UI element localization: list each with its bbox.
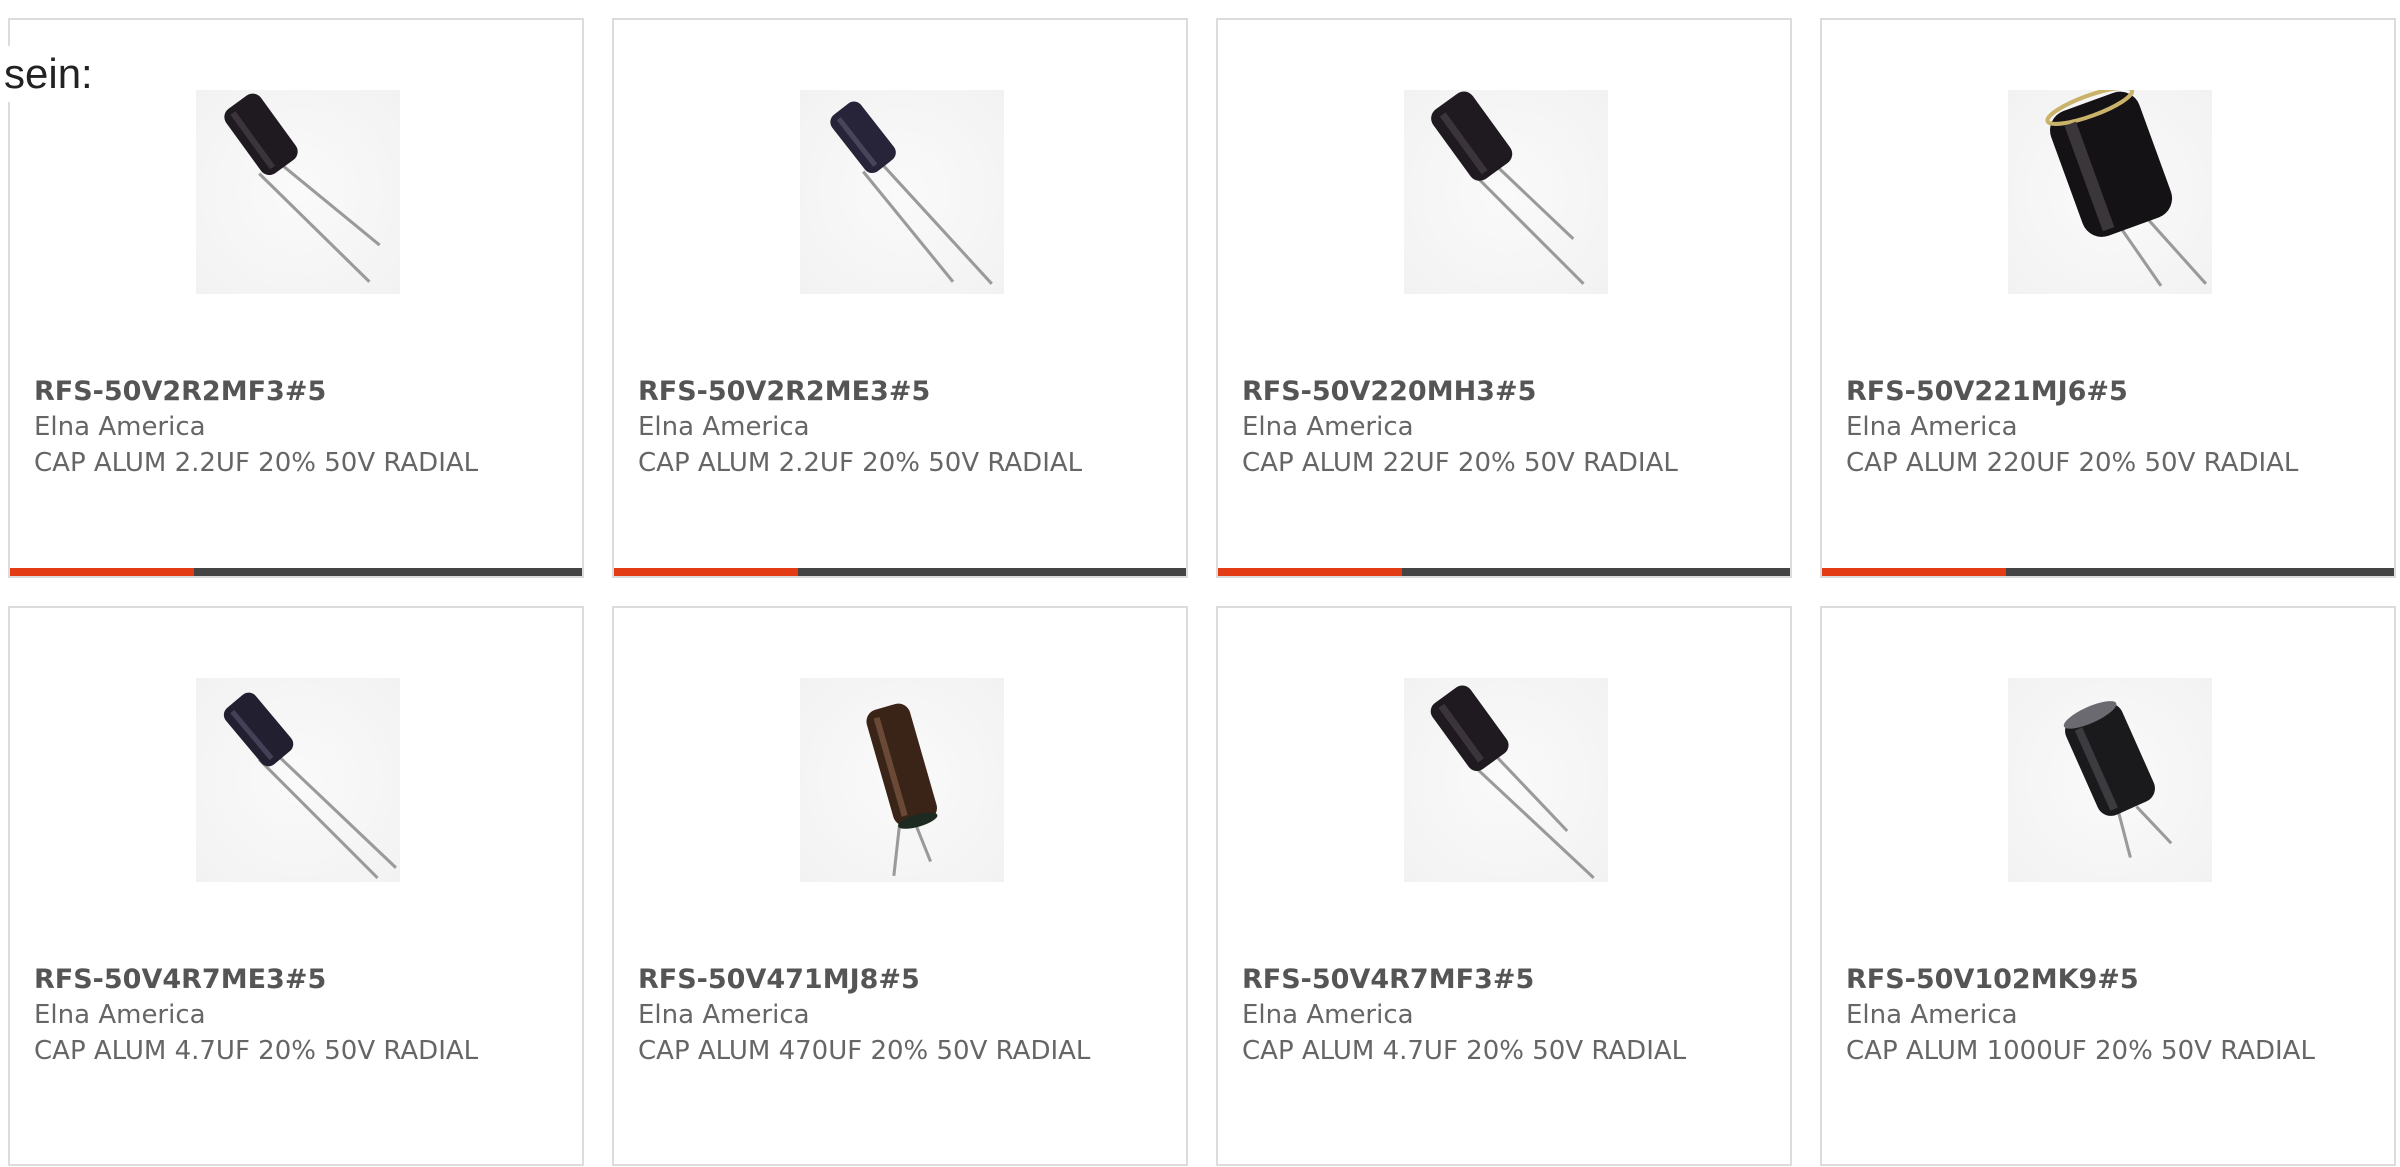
manufacturer: Elna America <box>1846 1000 2018 1030</box>
manufacturer: Elna America <box>1242 412 1414 442</box>
description: CAP ALUM 2.2UF 20% 50V RADIAL <box>638 448 1083 478</box>
description: CAP ALUM 4.7UF 20% 50V RADIAL <box>1242 1036 1687 1066</box>
capacitor-icon[interactable] <box>800 678 1004 882</box>
capacitor-icon[interactable] <box>1404 90 1608 294</box>
card-progress-bar <box>1218 568 1790 576</box>
description: CAP ALUM 1000UF 20% 50V RADIAL <box>1846 1036 2315 1066</box>
product-card[interactable]: RFS-50V4R7ME3#5 Elna America CAP ALUM 4.… <box>8 606 584 1166</box>
manufacturer: Elna America <box>34 412 206 442</box>
intro-text: sein: <box>0 46 99 102</box>
capacitor-icon[interactable] <box>196 678 400 882</box>
card-progress-bar <box>1822 568 2394 576</box>
bar-accent <box>614 568 798 576</box>
manufacturer: Elna America <box>1846 412 2018 442</box>
product-card[interactable]: RFS-50V4R7MF3#5 Elna America CAP ALUM 4.… <box>1216 606 1792 1166</box>
product-card[interactable]: RFS-50V102MK9#5 Elna America CAP ALUM 10… <box>1820 606 2396 1166</box>
description: CAP ALUM 22UF 20% 50V RADIAL <box>1242 448 1678 478</box>
product-card[interactable]: RFS-50V2R2MF3#5 Elna America CAP ALUM 2.… <box>8 18 584 578</box>
part-number[interactable]: RFS-50V2R2MF3#5 <box>34 376 326 407</box>
capacitor-icon[interactable] <box>2008 678 2212 882</box>
bar-accent <box>10 568 194 576</box>
part-number[interactable]: RFS-50V221MJ6#5 <box>1846 376 2128 407</box>
product-card[interactable]: RFS-50V220MH3#5 Elna America CAP ALUM 22… <box>1216 18 1792 578</box>
part-number[interactable]: RFS-50V4R7ME3#5 <box>34 964 326 995</box>
product-card[interactable]: RFS-50V221MJ6#5 Elna America CAP ALUM 22… <box>1820 18 2396 578</box>
capacitor-icon[interactable] <box>2008 90 2212 294</box>
part-number[interactable]: RFS-50V4R7MF3#5 <box>1242 964 1534 995</box>
description: CAP ALUM 470UF 20% 50V RADIAL <box>638 1036 1091 1066</box>
description: CAP ALUM 4.7UF 20% 50V RADIAL <box>34 1036 479 1066</box>
card-progress-bar <box>10 568 582 576</box>
description: CAP ALUM 220UF 20% 50V RADIAL <box>1846 448 2299 478</box>
part-number[interactable]: RFS-50V102MK9#5 <box>1846 964 2139 995</box>
capacitor-icon[interactable] <box>1404 678 1608 882</box>
product-card[interactable]: RFS-50V2R2ME3#5 Elna America CAP ALUM 2.… <box>612 18 1188 578</box>
part-number[interactable]: RFS-50V2R2ME3#5 <box>638 376 930 407</box>
bar-accent <box>1822 568 2006 576</box>
description: CAP ALUM 2.2UF 20% 50V RADIAL <box>34 448 479 478</box>
card-progress-bar <box>614 568 1186 576</box>
capacitor-icon[interactable] <box>196 90 400 294</box>
manufacturer: Elna America <box>1242 1000 1414 1030</box>
part-number[interactable]: RFS-50V471MJ8#5 <box>638 964 920 995</box>
manufacturer: Elna America <box>638 1000 810 1030</box>
product-card[interactable]: RFS-50V471MJ8#5 Elna America CAP ALUM 47… <box>612 606 1188 1166</box>
manufacturer: Elna America <box>638 412 810 442</box>
bar-accent <box>1218 568 1402 576</box>
capacitor-icon[interactable] <box>800 90 1004 294</box>
manufacturer: Elna America <box>34 1000 206 1030</box>
part-number[interactable]: RFS-50V220MH3#5 <box>1242 376 1536 407</box>
